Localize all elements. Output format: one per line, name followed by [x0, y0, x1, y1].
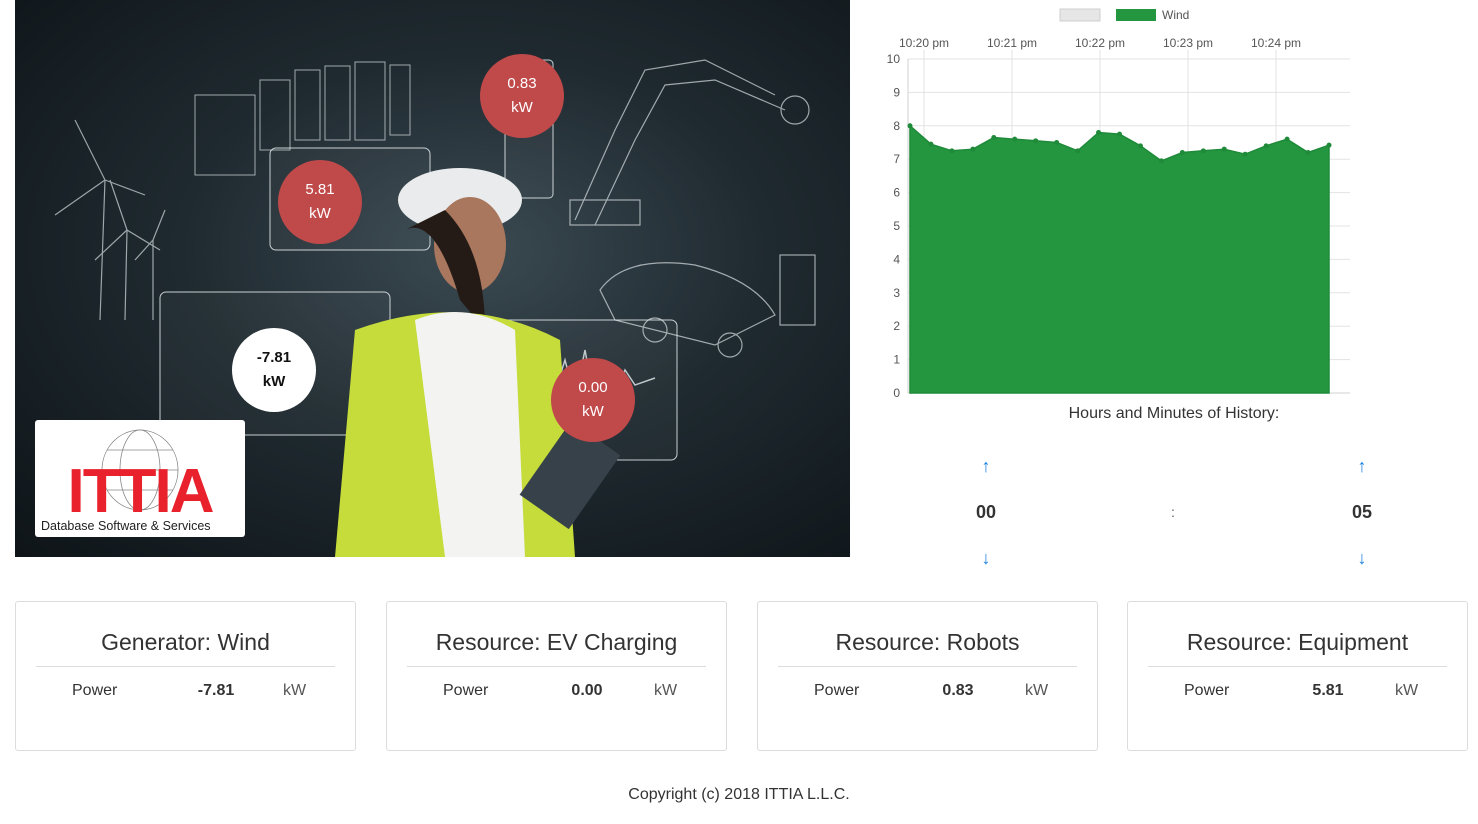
bubble-value: -7.81 [256, 349, 292, 366]
equipment-power-bubble: 5.81 kW [278, 160, 362, 244]
y-tick-label: 1 [893, 353, 900, 367]
hours-up-button[interactable]: ↑ [971, 453, 1001, 479]
wind-data-point [991, 134, 997, 140]
wind-power-bubble: -7.81 kW [232, 328, 316, 412]
wind-data-point [1326, 142, 1332, 148]
legend-label-wind: Wind [1162, 8, 1189, 22]
hero-image: 0.83 kW 5.81 kW -7.81 kW 0.00 kW ITTIA D… [15, 0, 850, 557]
card-resource-ev-charging: Resource: EV Charging Power 0.00 kW [386, 601, 727, 751]
y-tick-label: 4 [893, 252, 900, 266]
ittia-logo: ITTIA Database Software & Services [35, 420, 245, 537]
power-value: -7.81 [197, 682, 235, 699]
wind-chart: Wind 0 1 2 3 4 5 6 7 8 9 10 10:20 pm 10:21 pm 10:22 pm… [870, 0, 1370, 430]
bubble-unit: kW [262, 373, 286, 390]
copyright-footer: Copyright (c) 2018 ITTIA L.L.C. [628, 786, 850, 803]
minutes-up-button[interactable]: ↑ [1347, 453, 1377, 479]
card-title: Resource: Equipment [1148, 629, 1447, 667]
power-unit: kW [283, 682, 307, 699]
card-generator-wind: Generator: Wind Power -7.81 kW [15, 601, 356, 751]
y-tick-label: 7 [893, 152, 900, 166]
wind-data-point [1242, 151, 1248, 157]
power-value: 5.81 [1312, 682, 1344, 699]
y-tick-label: 0 [893, 386, 900, 400]
card-title: Resource: Robots [778, 629, 1077, 667]
chart-svg: Wind 0 1 2 3 4 5 6 7 8 9 10 10:20 pm 10:21 pm 10:22 pm… [887, 8, 1350, 422]
wind-data-point [1284, 136, 1290, 142]
card-resource-robots: Resource: Robots Power 0.83 kW [757, 601, 1098, 751]
y-tick-label: 3 [893, 286, 900, 300]
wind-data-point [1033, 138, 1039, 144]
ev-charging-power-bubble: 0.00 kW [551, 358, 635, 442]
bubble-value: 0.83 [507, 75, 537, 92]
x-tick-label: 10:21 pm [987, 36, 1037, 50]
power-unit: kW [1395, 682, 1419, 699]
wind-data-point [1158, 158, 1164, 164]
wind-data-point [1012, 136, 1018, 142]
wind-data-point [949, 148, 955, 154]
wind-data-point [970, 146, 976, 152]
x-tick-label: 10:22 pm [1075, 36, 1125, 50]
power-label: Power [1184, 682, 1230, 699]
power-label: Power [72, 682, 118, 699]
card-title: Generator: Wind [36, 629, 335, 667]
bubble-unit: kW [511, 99, 533, 116]
y-tick-label: 9 [893, 85, 900, 99]
y-tick-label: 6 [893, 186, 900, 200]
y-tick-label: 5 [893, 219, 900, 233]
power-label: Power [814, 682, 860, 699]
y-tick-label: 8 [893, 119, 900, 133]
wind-data-point [1117, 131, 1122, 137]
logo-tagline: Database Software & Services [41, 519, 211, 533]
power-label: Power [443, 682, 489, 699]
minutes-value[interactable]: 05 [1332, 502, 1392, 523]
logo-wordmark: ITTIA [68, 457, 214, 515]
wind-data-point [1054, 140, 1060, 145]
x-tick-label: 10:23 pm [1163, 36, 1213, 50]
legend-swatch-wind [1116, 9, 1156, 21]
wind-data-point [1137, 143, 1143, 149]
bubble-value: 0.00 [578, 379, 608, 396]
y-tick-label: 10 [887, 52, 901, 66]
wind-data-point [1263, 143, 1269, 149]
logo-graphic: ITTIA [68, 429, 216, 526]
hours-value[interactable]: 00 [956, 502, 1016, 523]
wind-data-point [928, 141, 934, 147]
robots-power-bubble: 0.83 kW [480, 54, 564, 138]
wind-data-point [1305, 150, 1311, 156]
minutes-down-button[interactable]: ↓ [1347, 545, 1377, 571]
legend-swatch-empty [1059, 8, 1101, 22]
power-unit: kW [654, 682, 678, 699]
bubble-value: 5.81 [305, 181, 335, 198]
x-tick-label: 10:20 pm [899, 36, 949, 50]
power-unit: kW [1025, 682, 1049, 699]
power-value: 0.00 [571, 682, 603, 699]
card-resource-equipment: Resource: Equipment Power 5.81 kW [1127, 601, 1468, 751]
hours-down-button[interactable]: ↓ [971, 545, 1001, 571]
bubble-unit: kW [309, 205, 331, 222]
power-value: 0.83 [942, 682, 974, 699]
wind-data-point [907, 123, 913, 129]
chart-xlabel: Hours and Minutes of History: [1069, 405, 1280, 422]
wind-area [909, 124, 1330, 394]
bubble-unit: kW [582, 403, 604, 420]
wind-data-point [1075, 148, 1081, 154]
wind-data-point [1221, 146, 1227, 152]
card-title: Resource: EV Charging [407, 629, 706, 667]
wind-data-point [1096, 129, 1102, 135]
wind-data-point [1200, 148, 1206, 154]
wind-data-point [1179, 150, 1185, 156]
y-tick-label: 2 [893, 319, 900, 333]
time-separator: : [1171, 504, 1175, 520]
x-tick-label: 10:24 pm [1251, 36, 1301, 50]
